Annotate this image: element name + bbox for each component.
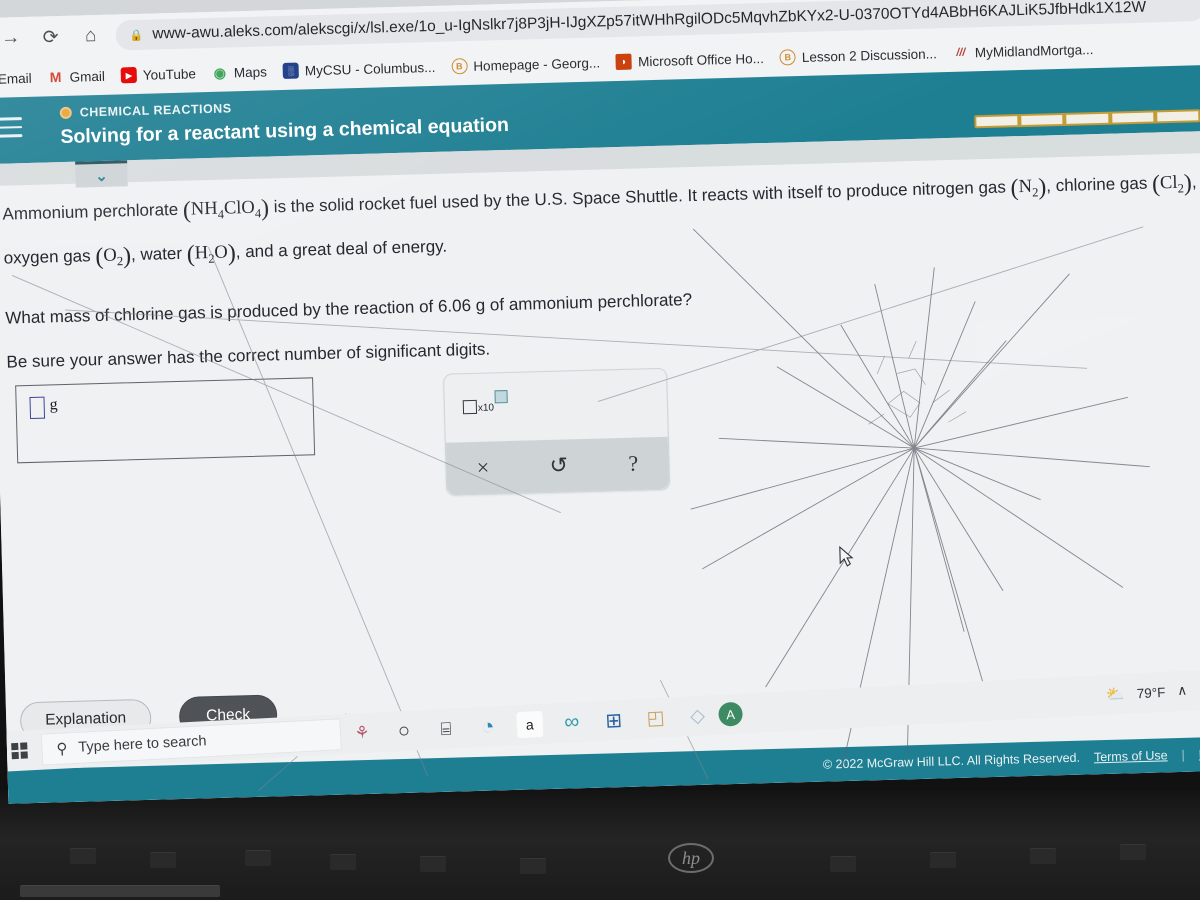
google-maps-pin-icon: ◉: [213, 64, 227, 81]
formula-water: H2O: [194, 242, 229, 267]
bookmark-youtube[interactable]: ▶ YouTube: [114, 62, 204, 86]
answer-placeholder-box[interactable]: [29, 396, 46, 419]
bookmark-label: YouTube: [142, 65, 197, 83]
microsoft-edge-icon[interactable]: ◔: [466, 706, 510, 748]
topic-status-dot-icon: [59, 106, 72, 120]
youtube-icon: ▶: [120, 66, 138, 84]
blackboard-icon: B: [779, 49, 797, 66]
scientific-notation-button[interactable]: x10: [462, 390, 508, 415]
menu-icon[interactable]: [0, 117, 23, 143]
mouse-cursor-icon: [839, 545, 854, 567]
clear-button[interactable]: ×: [476, 455, 489, 481]
answer-unit-label: g: [49, 396, 58, 414]
formula-ammonium-perchlorate: NH4ClO4: [190, 197, 262, 222]
page-title: Solving for a reactant using a chemical …: [60, 113, 510, 149]
bookmark-microsoft-office[interactable]: ◗ Microsoft Office Ho...: [609, 47, 771, 73]
bookmark-homepage-georgia[interactable]: B Homepage - Georg...: [444, 51, 607, 77]
help-button[interactable]: ?: [628, 451, 638, 477]
bookmark-lesson-2-discussion[interactable]: B Lesson 2 Discussion...: [773, 42, 945, 69]
problem-statement: Ammonium perchlorate (NH4ClO4) is the so…: [2, 161, 1200, 391]
partly-sunny-icon: ⛅: [1105, 685, 1126, 704]
bookmark-maps[interactable]: ◉ Maps: [205, 60, 275, 84]
bookmark-label: MyCSU - Columbus...: [304, 59, 436, 78]
laptop-photo: hp ▦ Homepage - Columbus State Uni × A A…: [0, 0, 1200, 900]
task-view-icon[interactable]: ⌸: [424, 708, 468, 750]
answer-input[interactable]: g: [15, 377, 316, 464]
home-icon[interactable]: ⌂: [73, 19, 108, 54]
cortana-circle-icon[interactable]: ○: [382, 710, 426, 752]
amazon-app-icon[interactable]: a: [516, 710, 544, 739]
bookmark-label: Microsoft Office Ho...: [637, 50, 765, 69]
tool-button-row: × ↺ ?: [445, 436, 670, 495]
blackboard-icon: B: [451, 58, 468, 75]
exponent-box-icon: [494, 390, 508, 404]
microsoft-office-icon: ◗: [615, 53, 633, 70]
laptop-keyboard-deck: [0, 790, 1200, 900]
microsoft-store-icon[interactable]: ⊞: [592, 699, 636, 741]
bookmark-label: Maps: [233, 63, 268, 80]
terms-of-use-link[interactable]: Terms of Use: [1094, 748, 1168, 764]
bookmark-label: Email: [0, 70, 32, 87]
math-tool-palette: x10 × ↺ ?: [442, 367, 671, 496]
dropbox-icon[interactable]: ◇: [676, 695, 720, 737]
formula-oxygen: O2: [103, 245, 124, 269]
windows-start-icon[interactable]: [0, 730, 43, 772]
bookmark-email[interactable]: Email: [0, 67, 39, 89]
mycsu-icon: ░: [282, 62, 300, 80]
footer-separator: |: [1181, 747, 1186, 762]
bookmark-gmail[interactable]: M Gmail: [40, 65, 112, 89]
midland-mortgage-icon: ///: [956, 46, 966, 59]
photos-app-icon[interactable]: ◰: [634, 697, 678, 739]
chevron-up-icon[interactable]: ∧: [1177, 683, 1188, 699]
collapse-panel-button[interactable]: ⌄: [75, 160, 128, 188]
hp-brand-logo: hp: [668, 843, 714, 873]
lock-icon: 🔒: [129, 29, 144, 42]
breadcrumb-section-label: CHEMICAL REACTIONS: [79, 101, 232, 120]
bunting-decoration-icon: ⚘: [353, 722, 371, 743]
mantissa-box-icon: [462, 399, 478, 415]
forward-icon[interactable]: →: [0, 21, 28, 56]
answer-area: g x10 × ↺ ?: [15, 367, 671, 508]
bookmark-mymidlandmortgage[interactable]: /// MyMidlandMortga...: [946, 38, 1101, 64]
aleks-app-icon[interactable]: A: [717, 701, 744, 727]
laptop-screen: ▦ Homepage - Columbus State Uni × A ALEK…: [0, 0, 1200, 804]
gmail-icon: M: [49, 69, 62, 86]
system-tray: ⛅ 79°F ∧ ▭: [1105, 680, 1200, 704]
bookmark-label: Homepage - Georg...: [473, 54, 601, 74]
office-loop-icon[interactable]: ∞: [550, 701, 594, 743]
undo-button[interactable]: ↺: [549, 452, 568, 478]
weather-temperature[interactable]: 79°F: [1136, 684, 1165, 700]
search-placeholder: Type here to search: [78, 733, 207, 756]
bookmark-label: Gmail: [69, 68, 106, 85]
progress-bar: [974, 109, 1200, 129]
times-ten-label: x10: [477, 402, 495, 414]
reload-icon[interactable]: ⟳: [33, 20, 68, 55]
bookmark-mycsu[interactable]: ░ MyCSU - Columbus...: [276, 56, 443, 82]
bookmark-label: MyMidlandMortga...: [974, 41, 1094, 60]
copyright-text: © 2022 McGraw Hill LLC. All Rights Reser…: [822, 750, 1081, 772]
search-icon: ⚲: [56, 740, 68, 758]
bookmark-label: Lesson 2 Discussion...: [801, 45, 938, 65]
formula-nitrogen: N2: [1018, 176, 1039, 200]
formula-chlorine: Cl2: [1159, 172, 1185, 196]
breadcrumb: CHEMICAL REACTIONS: [59, 101, 232, 120]
